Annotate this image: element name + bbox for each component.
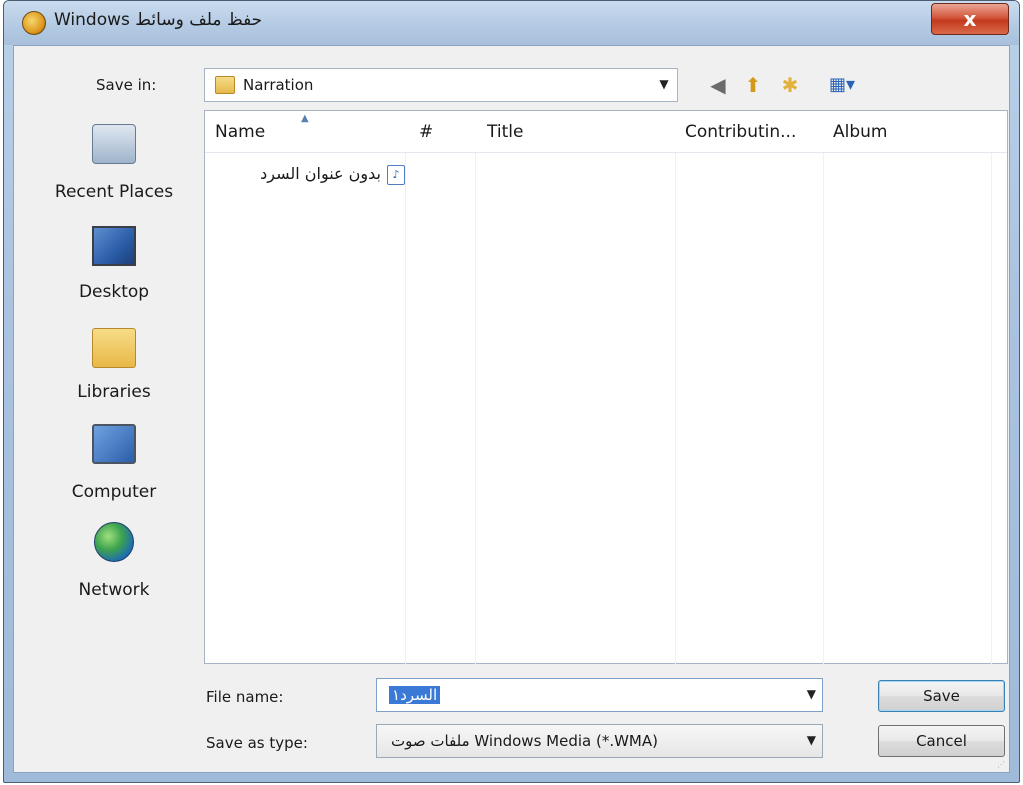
views-menu-icon[interactable]: ▦▾ [820,72,864,98]
place-desktop[interactable]: Desktop [34,214,194,304]
places-bar: Recent Places Desktop Libraries Computer… [34,114,194,614]
save-media-dialog: Windows حفظ ملف وسائط x Save in: Narrati… [3,0,1020,783]
place-network[interactable]: Network [34,514,194,604]
libraries-icon [92,328,136,368]
back-arrow-icon[interactable]: ◀ [704,72,732,98]
chevron-down-icon[interactable]: ▼ [807,733,816,747]
save-in-value: Narration [243,76,314,94]
file-name-input[interactable]: السرد١ ▼ [376,678,823,712]
file-name-label: File name: [206,688,284,706]
up-folder-icon[interactable]: ⬆ [739,72,767,98]
column-separator[interactable] [405,111,406,665]
save-button[interactable]: Save [878,680,1005,712]
computer-icon [92,424,136,464]
column-separator[interactable] [991,111,992,665]
dialog-body: Save in: Narration ▼ ◀ ⬆ ✱ ▦▾ Recent Pla… [13,45,1010,773]
cancel-button[interactable]: Cancel [878,725,1005,757]
column-header-contributing[interactable]: Contributin... [685,122,796,142]
save-in-label: Save in: [96,76,157,94]
column-separator[interactable] [475,111,476,665]
column-headers: ▲ Name # Title Contributin... Album [205,111,1007,153]
place-label: Network [78,580,150,600]
window-title: Windows حفظ ملف وسائط [54,10,263,30]
column-header-name[interactable]: Name [215,122,265,142]
recent-places-icon [92,124,136,164]
folder-icon [215,76,235,94]
sort-ascending-icon: ▲ [301,113,309,124]
chevron-down-icon[interactable]: ▼ [807,687,816,701]
column-separator[interactable] [823,111,824,665]
audio-file-icon: ♪ [387,165,405,185]
column-header-album[interactable]: Album [833,122,887,142]
list-item[interactable]: ♪ بدون عنوان السرد [215,163,405,187]
media-player-icon [22,11,46,35]
network-icon [94,522,134,562]
column-separator[interactable] [675,111,676,665]
file-list[interactable]: ▲ Name # Title Contributin... Album ♪ بد… [204,110,1008,665]
close-button[interactable]: x [931,3,1009,35]
file-name-value[interactable]: السرد١ [389,686,441,704]
title-bar[interactable]: Windows حفظ ملف وسائط x [4,1,1019,45]
place-computer[interactable]: Computer [34,414,194,504]
new-folder-icon[interactable]: ✱ [776,72,804,98]
column-header-number[interactable]: # [419,122,433,142]
file-name: بدون عنوان السرد [260,164,381,183]
save-as-type-select[interactable]: ملفات صوت Windows Media (*.WMA) ▼ [376,724,823,758]
place-label: Recent Places [54,182,174,202]
place-recent-places[interactable]: Recent Places [34,114,194,204]
chevron-down-icon[interactable]: ▼ [655,77,673,93]
save-as-type-value: ملفات صوت Windows Media (*.WMA) [391,732,658,750]
desktop-icon [92,226,136,266]
column-header-title[interactable]: Title [487,122,523,142]
save-in-combobox[interactable]: Narration ▼ [204,68,678,102]
place-label: Libraries [77,382,151,402]
place-libraries[interactable]: Libraries [34,314,194,404]
place-label: Computer [71,482,157,502]
resize-grip-icon[interactable]: ⋰ [997,760,1007,770]
place-label: Desktop [78,282,150,302]
save-as-type-label: Save as type: [206,734,308,752]
